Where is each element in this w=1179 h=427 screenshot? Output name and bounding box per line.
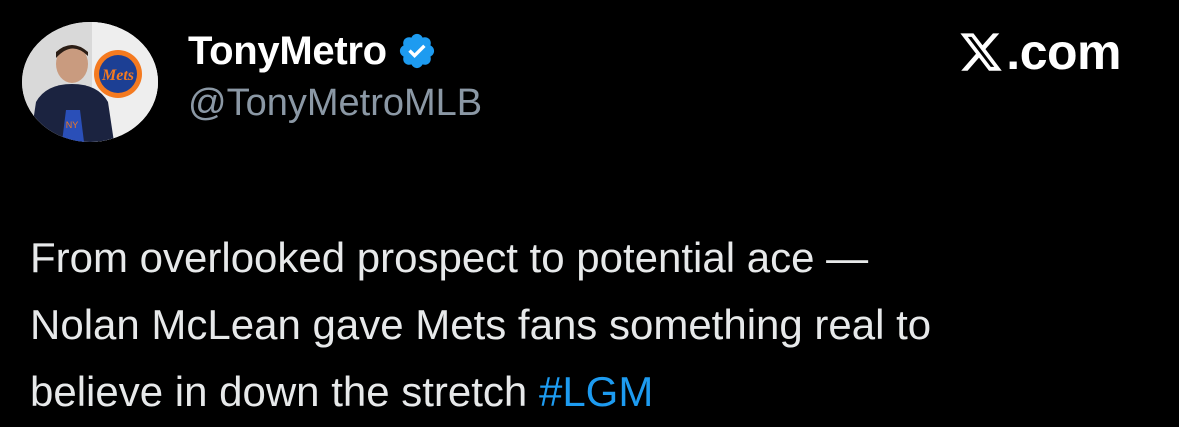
avatar-photo: Mets NY (22, 22, 158, 142)
tweet-text: From overlooked prospect to potential ac… (30, 224, 1150, 425)
verified-badge-icon (397, 31, 437, 71)
svg-text:NY: NY (66, 120, 79, 130)
avatar[interactable]: Mets NY (22, 22, 158, 142)
tweet-text-line-3: believe in down the stretch #LGM (30, 358, 1150, 425)
x-brand-watermark: .com (958, 22, 1121, 82)
hashtag-link[interactable]: #LGM (539, 368, 653, 415)
tweet-text-line-3-prefix: believe in down the stretch (30, 368, 539, 415)
tweet-text-line-1: From overlooked prospect to potential ac… (30, 234, 869, 281)
author-handle[interactable]: @TonyMetroMLB (188, 82, 482, 125)
tweet-card: Mets NY TonyMetro @TonyMetroMLB .com Fro… (0, 0, 1179, 427)
x-logo-icon (958, 29, 1004, 75)
tweet-text-line-2: Nolan McLean gave Mets fans something re… (30, 301, 932, 348)
brand-domain-label: .com (1006, 24, 1121, 80)
author-display-name[interactable]: TonyMetro (188, 29, 387, 74)
author-name-row: TonyMetro (188, 26, 437, 76)
svg-text:Mets: Mets (101, 67, 134, 84)
